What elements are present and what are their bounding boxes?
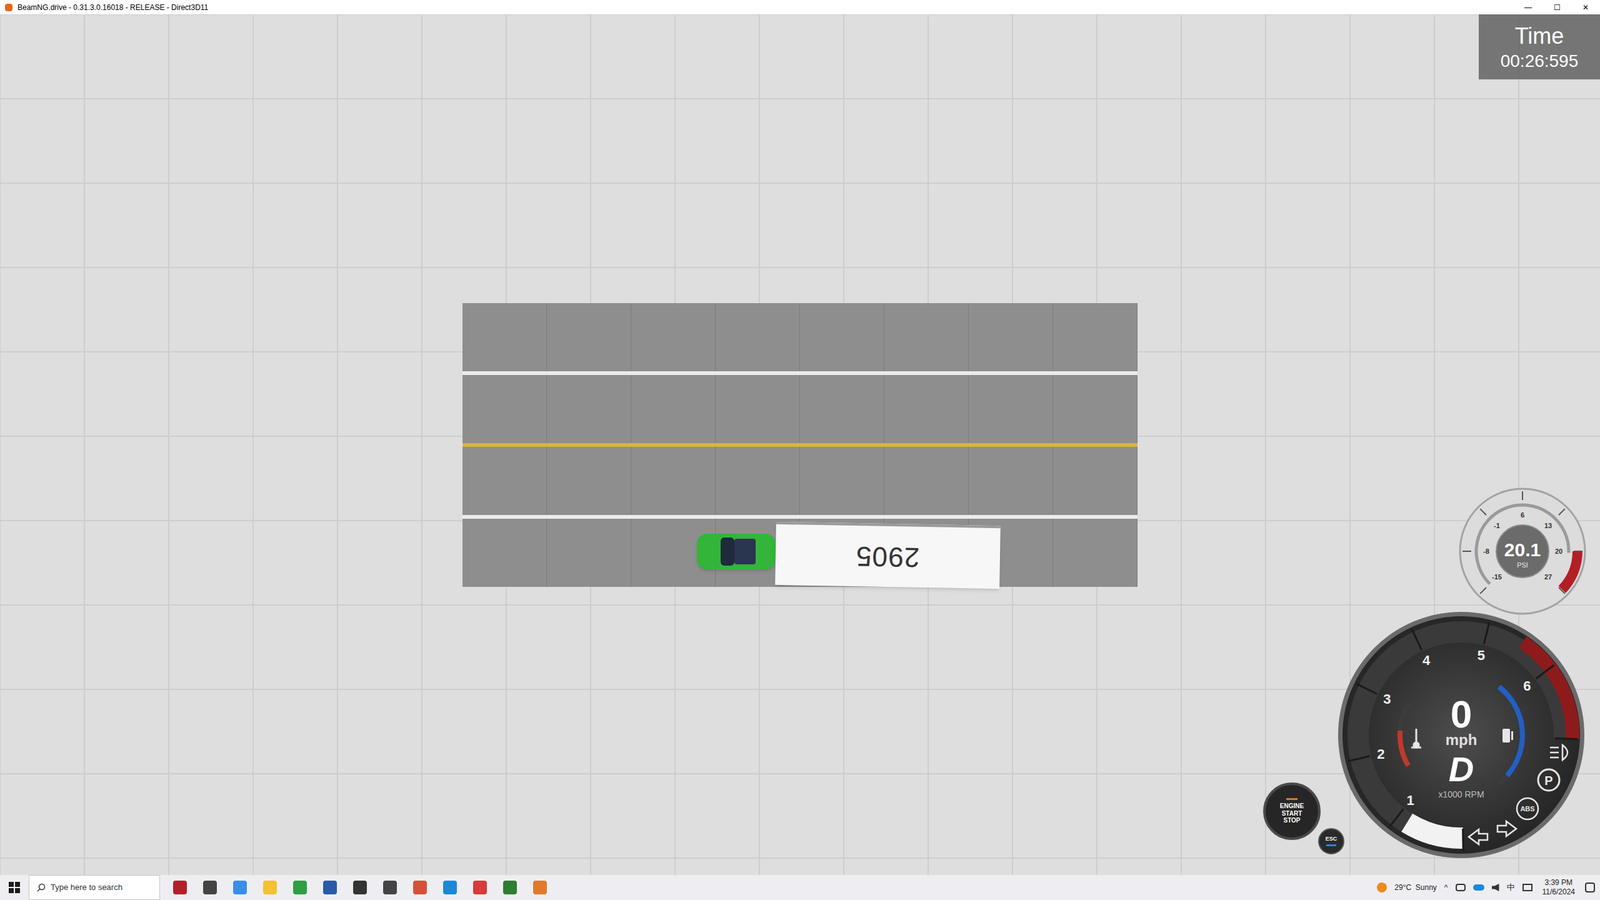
window-title: BeamNG.drive - 0.31.3.0.16018 - RELEASE … [17,1,209,14]
window-control-button[interactable]: ☐ [1542,0,1572,15]
boost-tick: 20 [1555,547,1563,555]
road-lane [462,446,1138,515]
taskbar-app-icon[interactable] [195,875,225,900]
boost-tick: 27 [1544,573,1552,581]
rpm-fill [1406,822,1464,839]
app-logo-icon [5,3,13,12]
window-control-button[interactable]: ✕ [1571,0,1600,15]
boost-tick: -1 [1493,521,1500,530]
rpm-tick: 1 [1406,792,1415,809]
network-icon [1455,883,1466,892]
rpm-tick: 5 [1477,647,1485,664]
svg-text:ABS: ABS [1520,805,1535,813]
svg-text:P: P [1544,773,1553,788]
onedrive-icon [1473,884,1485,891]
thermometer-icon [1411,728,1422,748]
tray-expand[interactable]: ^ [1444,881,1449,894]
start-button[interactable] [0,875,29,900]
taskbar-app-icon[interactable] [405,875,435,900]
timer-label: Time [1515,21,1565,50]
boost-value: 20.1 [1504,539,1541,560]
fuel-icon [1502,728,1514,743]
keyboard-icon [1522,883,1533,892]
taskbar-app-icon[interactable] [225,875,255,900]
trailer-number: 2905 [855,535,920,579]
boost-tick: -15 [1491,573,1502,581]
rpm-label: x1000 RPM [1438,789,1484,800]
timer-panel: Time00:26:595 [1478,14,1600,80]
boost-tick: 13 [1544,521,1552,530]
rpm-tick: 6 [1523,678,1531,694]
rpm-tick: 2 [1376,746,1385,762]
parking-brake-indicator: P [1538,769,1560,791]
left-turn-signal-icon [1468,829,1488,845]
speed-value: 0 [1450,692,1472,736]
trailer: 2905 [775,521,1001,589]
search-box[interactable]: Type here to search [28,875,160,900]
road-lane [462,303,1138,372]
engine-start-stop-button[interactable]: ENGINESTARTSTOP [1263,782,1321,840]
search-icon [36,883,46,892]
fuel-bar [1498,686,1523,776]
taskbar: Type here to search 29°C Sunny ^ 中 3:39 PM11… [0,875,1600,900]
weather-icon [1376,882,1387,893]
boost-tick: 6 [1520,511,1525,519]
window-control-button[interactable]: — [1513,0,1543,15]
right-turn-signal-icon [1497,821,1517,837]
headlight-icon [1550,745,1568,760]
gear-indicator: D [1448,749,1474,789]
taskbar-app-icon[interactable] [315,875,345,900]
notification-icon[interactable] [1585,882,1595,893]
speed-unit: mph [1445,731,1478,749]
road-lane [462,375,1138,444]
taskbar-app-icon[interactable] [345,875,375,900]
taskbar-app-icon[interactable] [375,875,405,900]
timer-value: 00:26:595 [1500,50,1579,72]
speedometer-gauge: 1 2 3 4 5 6 0mphDx1000 RPM P ABS [1330,603,1593,867]
input-method[interactable]: 中 [1506,881,1515,894]
taskbar-app-icon[interactable] [285,875,315,900]
abs-indicator: ABS [1516,798,1539,820]
taskbar-app-icon[interactable] [525,875,555,900]
game-viewport[interactable]: 2905Time00:26:595-15-8-1613202720.1PSI12… [0,14,1600,875]
taskbar-app-icon[interactable] [435,875,465,900]
clock-time: 3:39 PM [1544,878,1573,888]
rpm-tick: 3 [1383,691,1391,707]
taskbar-app-icon[interactable] [465,875,495,900]
taskbar-app-icon[interactable] [495,875,525,900]
boost-tick: -8 [1483,547,1490,555]
clock[interactable]: 3:39 PM11/6/2024 [1540,878,1579,897]
esc-button[interactable]: ESC [1318,828,1345,855]
temperature-bar [1400,730,1409,766]
windows-logo-icon [8,881,20,894]
taskbar-app-icon[interactable] [255,875,285,900]
boost-gauge: -15 -8 -1 6 13 20 27 20.1PSI [1456,485,1589,617]
weather: 29°C Sunny [1394,881,1437,894]
car [696,533,776,570]
rpm-tick: 4 [1422,652,1431,669]
boost-unit: PSI [1516,561,1529,569]
taskbar-app-icon[interactable] [165,875,195,900]
title-bar: BeamNG.drive - 0.31.3.0.16018 - RELEASE … [0,0,1600,15]
volume-icon [1491,883,1500,892]
boost-fill [1476,505,1569,584]
clock-date: 11/6/2024 [1542,887,1576,897]
